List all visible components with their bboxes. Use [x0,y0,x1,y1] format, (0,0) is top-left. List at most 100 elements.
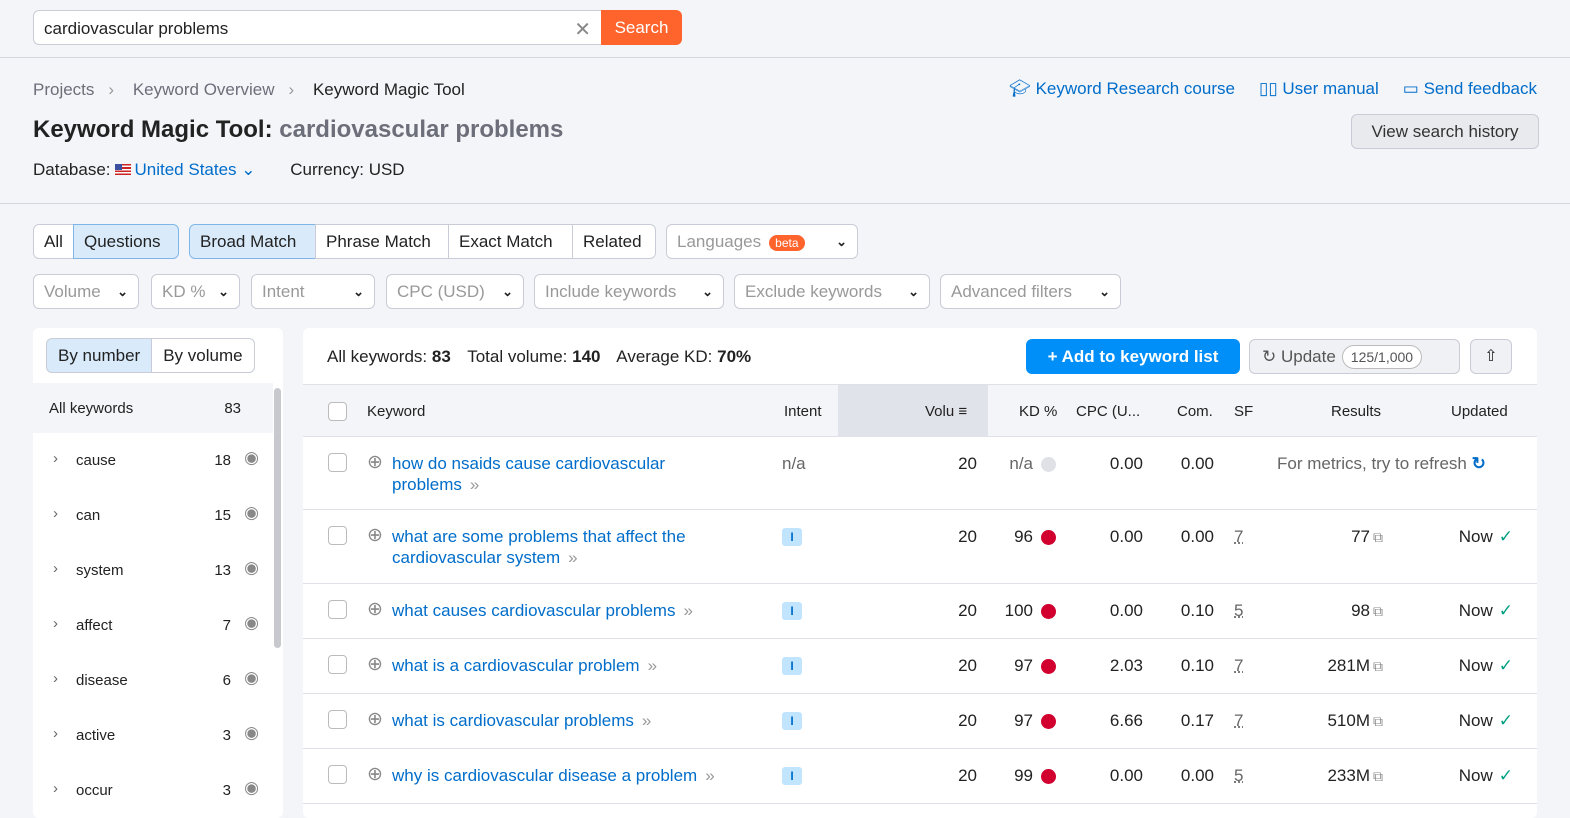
keyword-link[interactable]: how do nsaids cause cardiovascular probl… [392,453,732,495]
sidebar-group-item[interactable]: › cause 18 ◉ [33,433,273,488]
chevron-right-icon[interactable]: › [53,780,58,797]
keyword-link[interactable]: what is cardiovascular problems » [392,710,732,731]
col-intent[interactable]: Intent [784,403,822,420]
chevron-right-icon[interactable]: › [53,615,58,632]
chevron-right-icon[interactable]: › [53,670,58,687]
refresh-icon[interactable]: ↻ [1472,454,1486,473]
by-volume-toggle[interactable]: By volume [152,338,255,373]
advanced-filters[interactable]: Advanced filters ⌄ [940,274,1121,309]
clear-icon[interactable]: ✕ [574,17,591,42]
row-checkbox[interactable] [328,710,347,729]
eye-icon[interactable]: ◉ [244,668,259,688]
sidebar-group-item[interactable]: › disease 6 ◉ [33,653,273,708]
chevron-right-icon[interactable]: › [53,450,58,467]
row-checkbox[interactable] [328,655,347,674]
sidebar-group-item[interactable]: › affect 7 ◉ [33,598,273,653]
sf-value[interactable]: 7 [1234,711,1243,731]
double-chevron-icon[interactable]: » [470,475,479,494]
sidebar-group-item[interactable]: › system 13 ◉ [33,543,273,598]
search-button[interactable]: Search [601,10,682,45]
serp-icon[interactable]: ⧉ [1373,658,1383,674]
add-circle-icon[interactable]: ⊕ [367,598,383,621]
row-checkbox[interactable] [328,765,347,784]
serp-icon[interactable]: ⧉ [1373,768,1383,784]
all-keywords-group[interactable]: All keywords 83 [33,383,273,433]
breadcrumb-projects[interactable]: Projects [33,80,94,99]
col-com[interactable]: Com. [1177,403,1213,420]
sf-value[interactable]: 5 [1234,601,1243,621]
volume-value: 20 [958,766,977,785]
serp-icon[interactable]: ⧉ [1373,603,1383,619]
tab-questions[interactable]: Questions [73,224,179,259]
cpc-value: 0.00 [1109,766,1143,785]
col-volume[interactable]: Volu ≡ [925,403,967,420]
keyword-link[interactable]: what causes cardiovascular problems » [392,600,732,621]
col-sf[interactable]: SF [1234,403,1253,420]
double-chevron-icon[interactable]: » [642,711,651,730]
sf-value[interactable]: 7 [1234,656,1243,676]
kd-filter[interactable]: KD % ⌄ [151,274,240,309]
languages-dropdown[interactable]: Languages beta ⌄ [666,224,858,259]
tab-broad-match[interactable]: Broad Match [189,224,316,259]
by-number-toggle[interactable]: By number [46,338,153,373]
keyword-link[interactable]: what are some problems that affect the c… [392,526,732,568]
chevron-right-icon[interactable]: › [53,560,58,577]
export-button[interactable]: ⇧ [1470,339,1512,374]
database-select[interactable]: United States ⌄ [135,160,256,179]
sidebar-group-item[interactable]: › can 15 ◉ [33,488,273,543]
add-circle-icon[interactable]: ⊕ [367,524,383,547]
search-input[interactable]: cardiovascular problems ✕ [33,10,601,45]
double-chevron-icon[interactable]: » [705,766,714,785]
row-checkbox[interactable] [328,526,347,545]
add-circle-icon[interactable]: ⊕ [367,653,383,676]
col-updated[interactable]: Updated [1451,403,1508,420]
select-all-checkbox[interactable] [328,402,347,421]
update-button[interactable]: ↻ Update 125/1,000 [1249,339,1460,374]
intent-filter[interactable]: Intent ⌄ [251,274,375,309]
eye-icon[interactable]: ◉ [244,503,259,523]
row-checkbox[interactable] [328,453,347,472]
add-to-keyword-list-button[interactable]: + Add to keyword list [1026,339,1240,374]
user-manual-link[interactable]: ▯▯ User manual [1259,79,1379,99]
serp-icon[interactable]: ⧉ [1373,713,1383,729]
double-chevron-icon[interactable]: » [568,548,577,567]
volume-filter[interactable]: Volume ⌄ [33,274,139,309]
double-chevron-icon[interactable]: » [683,601,692,620]
keyword-research-course-link[interactable]: 🎓︎ Keyword Research course [1009,79,1235,99]
eye-icon[interactable]: ◉ [244,613,259,633]
add-circle-icon[interactable]: ⊕ [367,708,383,731]
tab-phrase-match[interactable]: Phrase Match [315,224,449,259]
cpc-filter[interactable]: CPC (USD) ⌄ [386,274,524,309]
tab-related[interactable]: Related [572,224,656,259]
chevron-right-icon[interactable]: › [53,725,58,742]
sidebar-group-item[interactable]: › active 3 ◉ [33,708,273,763]
double-chevron-icon[interactable]: » [648,656,657,675]
breadcrumb-keyword-overview[interactable]: Keyword Overview [133,80,275,99]
serp-icon[interactable]: ⧉ [1373,529,1383,545]
add-circle-icon[interactable]: ⊕ [367,451,383,474]
eye-icon[interactable]: ◉ [244,778,259,798]
tab-exact-match[interactable]: Exact Match [448,224,573,259]
eye-icon[interactable]: ◉ [244,558,259,578]
include-keywords-filter[interactable]: Include keywords ⌄ [534,274,724,309]
add-circle-icon[interactable]: ⊕ [367,763,383,786]
kd-value: n/a [1009,454,1033,473]
col-cpc[interactable]: CPC (U... [1076,403,1140,420]
col-keyword[interactable]: Keyword [367,403,425,420]
sidebar-group-item[interactable]: › occur 3 ◉ [33,763,273,818]
send-feedback-link[interactable]: ▭ Send feedback [1403,79,1537,99]
view-search-history-button[interactable]: View search history [1351,114,1539,149]
keyword-link[interactable]: what is a cardiovascular problem » [392,655,732,676]
sf-value[interactable]: 5 [1234,766,1243,786]
col-results[interactable]: Results [1331,403,1381,420]
sf-value[interactable]: 7 [1234,527,1243,547]
chevron-right-icon[interactable]: › [53,505,58,522]
eye-icon[interactable]: ◉ [244,723,259,743]
keyword-link[interactable]: why is cardiovascular disease a problem » [392,765,732,786]
row-checkbox[interactable] [328,600,347,619]
tab-all[interactable]: All [33,224,74,259]
eye-icon[interactable]: ◉ [244,448,259,468]
exclude-keywords-filter[interactable]: Exclude keywords ⌄ [734,274,930,309]
sidebar-scrollbar[interactable] [274,388,281,648]
col-kd[interactable]: KD % [1019,403,1057,420]
